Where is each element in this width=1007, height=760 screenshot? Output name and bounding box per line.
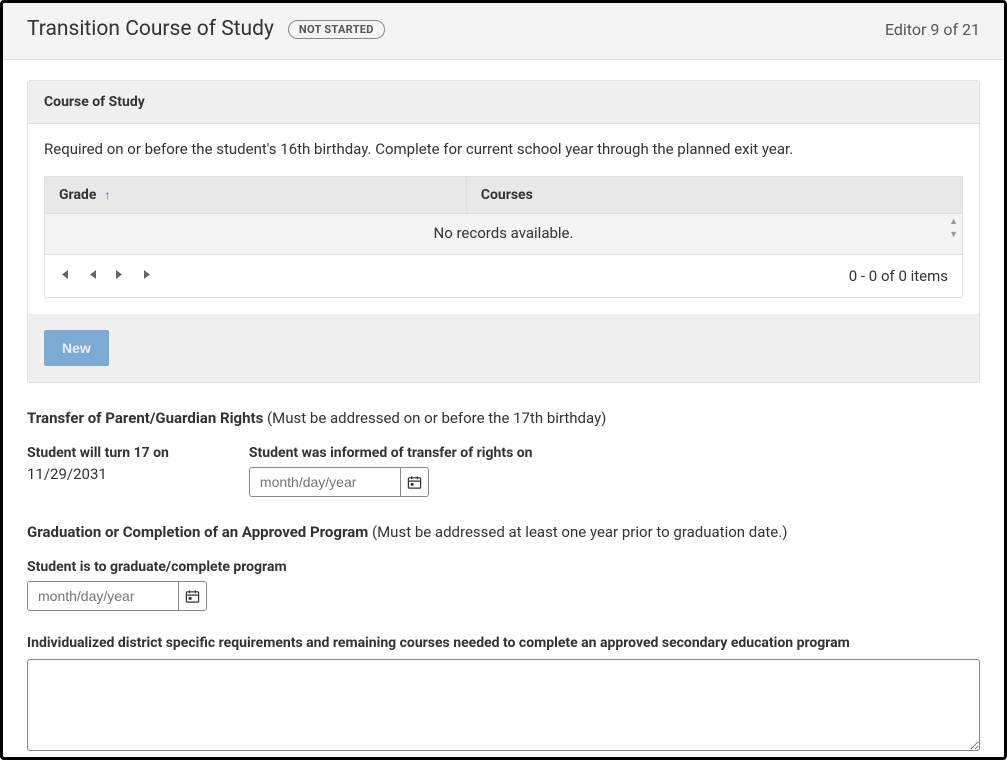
status-badge: NOT STARTED — [288, 20, 385, 39]
grad-date-field: Student is to graduate/complete program — [27, 559, 980, 611]
scroll-up-icon[interactable]: ▲ — [949, 218, 958, 227]
pager-last-icon[interactable] — [142, 269, 153, 283]
header-bar: Transition Course of Study NOT STARTED E… — [3, 3, 1004, 60]
graduation-section: Graduation or Completion of an Approved … — [27, 523, 980, 760]
requirements-textarea[interactable] — [27, 659, 980, 751]
panel-title: Course of Study — [28, 81, 979, 124]
editor-count: Editor 9 of 21 — [885, 20, 980, 39]
informed-date-field: Student was informed of transfer of righ… — [249, 445, 533, 497]
transfer-rights-section: Transfer of Parent/Guardian Rights (Must… — [27, 409, 980, 497]
pager-info: 0 - 0 of 0 items — [849, 267, 948, 285]
column-header-courses[interactable]: Courses — [467, 177, 962, 213]
grad-date-label: Student is to graduate/complete program — [27, 559, 980, 575]
turn-17-value: 11/29/2031 — [27, 465, 169, 483]
informed-date-input[interactable] — [250, 468, 400, 496]
turn-17-label: Student will turn 17 on — [27, 445, 169, 461]
turn-17-field: Student will turn 17 on 11/29/2031 — [27, 445, 169, 497]
grid-empty-text: No records available. — [45, 214, 962, 254]
graduation-title: Graduation or Completion of an Approved … — [27, 523, 980, 541]
column-header-grade[interactable]: Grade ↑ — [45, 177, 467, 213]
column-header-grade-label: Grade — [59, 187, 96, 203]
graduation-title-bold: Graduation or Completion of an Approved … — [27, 523, 368, 541]
calendar-icon — [185, 589, 200, 604]
pager-next-icon[interactable] — [115, 269, 124, 283]
course-of-study-panel: Course of Study Required on or before th… — [27, 80, 980, 383]
course-grid: Grade ↑ Courses No records available. ▲ … — [44, 176, 963, 298]
pager-prev-icon[interactable] — [88, 269, 97, 283]
transfer-rights-title: Transfer of Parent/Guardian Rights (Must… — [27, 409, 980, 427]
column-header-courses-label: Courses — [481, 187, 533, 203]
sort-asc-icon: ↑ — [104, 189, 110, 201]
grad-date-calendar-button[interactable] — [178, 582, 206, 610]
informed-date-calendar-button[interactable] — [400, 468, 428, 496]
grid-scroll-indicator[interactable]: ▲ ▼ — [949, 218, 958, 240]
new-button[interactable]: New — [44, 330, 109, 366]
informed-date-label: Student was informed of transfer of righ… — [249, 445, 533, 461]
transfer-rights-title-hint: (Must be addressed on or before the 17th… — [263, 409, 606, 427]
scroll-down-icon[interactable]: ▼ — [949, 231, 958, 240]
panel-instruction: Required on or before the student's 16th… — [44, 140, 963, 158]
requirements-label: Individualized district specific require… — [27, 635, 980, 651]
transfer-rights-title-bold: Transfer of Parent/Guardian Rights — [27, 409, 263, 427]
calendar-icon — [407, 475, 422, 490]
page-title: Transition Course of Study — [27, 17, 274, 41]
pager — [59, 269, 153, 283]
graduation-title-hint: (Must be addressed at least one year pri… — [368, 523, 787, 541]
grad-date-input[interactable] — [28, 582, 178, 610]
pager-first-icon[interactable] — [59, 269, 70, 283]
